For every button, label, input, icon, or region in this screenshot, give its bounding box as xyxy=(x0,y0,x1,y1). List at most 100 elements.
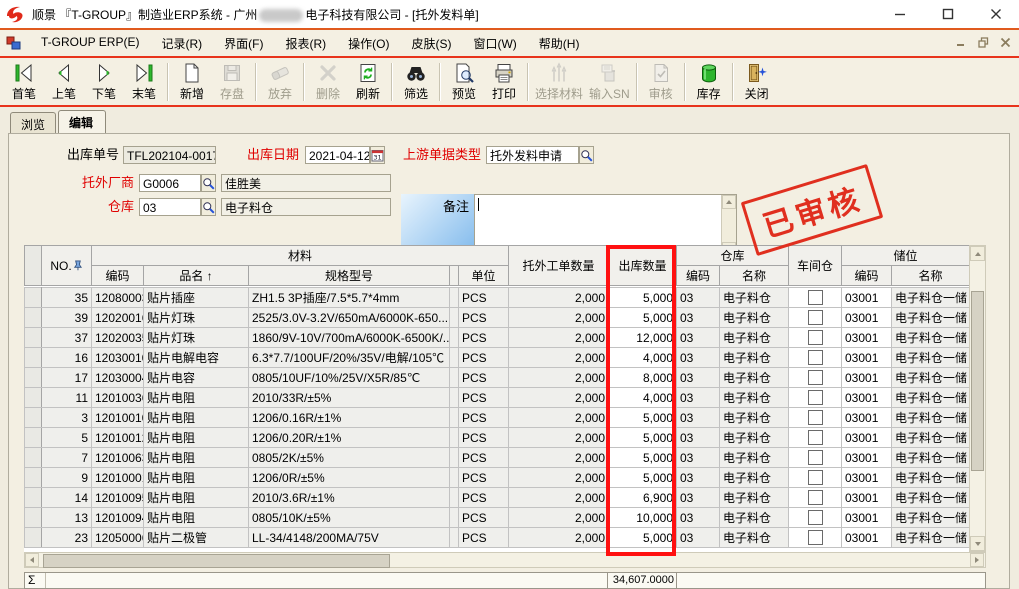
cell-wh-code[interactable]: 03 xyxy=(677,328,720,348)
col-header-narrow[interactable] xyxy=(450,266,459,286)
cell-wh-name[interactable]: 电子料仓 xyxy=(720,288,789,308)
cell-loc-name[interactable]: 电子料仓一储 xyxy=(892,488,970,508)
cell-wo-qty[interactable]: 2,000 xyxy=(509,368,609,388)
table-row[interactable]: 2312050006贴片二极管LL-34/4148/200MA/75VPCS2,… xyxy=(25,528,970,548)
maximize-button[interactable] xyxy=(935,3,961,25)
cell-loc-name[interactable]: 电子料仓一储 xyxy=(892,288,970,308)
mdi-minimize-button[interactable] xyxy=(954,35,969,50)
cell-no[interactable]: 23 xyxy=(42,528,92,548)
cell-loc-code[interactable]: 03001 xyxy=(842,428,892,448)
toolbar-button-binoculars[interactable]: 筛选 xyxy=(396,60,436,104)
cell-out-qty[interactable]: 8,000 xyxy=(609,368,677,388)
cell-spec[interactable]: 1206/0R/±5% xyxy=(249,468,450,488)
cell-loc-name[interactable]: 电子料仓一储 xyxy=(892,348,970,368)
cell-indicator[interactable] xyxy=(25,368,42,388)
cell-spec[interactable]: 2525/3.0V-3.2V/650mA/6000K-650... xyxy=(249,308,450,328)
cell-wo-qty[interactable]: 2,000 xyxy=(509,508,609,528)
cell-name[interactable]: 贴片电解电容 xyxy=(144,348,249,368)
cell-wo-qty[interactable]: 2,000 xyxy=(509,288,609,308)
cell-loc-code[interactable]: 03001 xyxy=(842,388,892,408)
cell-name[interactable]: 贴片插座 xyxy=(144,288,249,308)
table-row[interactable]: 1612030010贴片电解电容6.3*7.7/100UF/20%/35V/电解… xyxy=(25,348,970,368)
cell-no[interactable]: 37 xyxy=(42,328,92,348)
cell-code[interactable]: 12030010 xyxy=(92,348,144,368)
cell-out-qty[interactable]: 5,000 xyxy=(609,448,677,468)
cell-code[interactable]: 12050006 xyxy=(92,528,144,548)
menu-item[interactable]: T-GROUP ERP(E) xyxy=(30,32,150,55)
cell-code[interactable]: 12010012 xyxy=(92,428,144,448)
cell-no[interactable]: 35 xyxy=(42,288,92,308)
cell-out-qty[interactable]: 6,900 xyxy=(609,488,677,508)
col-header-wh-name[interactable]: 名称 xyxy=(720,266,789,286)
cell-spec[interactable]: 0805/10UF/10%/25V/X5R/85℃ xyxy=(249,368,450,388)
table-row[interactable]: 912010001贴片电阻1206/0R/±5%PCS2,0005,00003电… xyxy=(25,468,970,488)
cell-unit[interactable]: PCS xyxy=(459,348,509,368)
cell-loc-name[interactable]: 电子料仓一储 xyxy=(892,468,970,488)
cell-no[interactable]: 16 xyxy=(42,348,92,368)
cell-code[interactable]: 12010036 xyxy=(92,388,144,408)
tab-edit[interactable]: 编辑 xyxy=(58,110,106,133)
cell-loc-code[interactable]: 03001 xyxy=(842,308,892,328)
cell-no[interactable]: 39 xyxy=(42,308,92,328)
cell-indicator[interactable] xyxy=(25,468,42,488)
col-header-wo-qty[interactable]: 托外工单数量 xyxy=(509,246,609,286)
cell-indicator[interactable] xyxy=(25,528,42,548)
out-date-field[interactable]: 2021-04-12 xyxy=(305,146,370,164)
menu-item[interactable]: 界面(F) xyxy=(213,32,274,55)
menu-item[interactable]: 记录(R) xyxy=(150,32,213,55)
cell-narrow[interactable] xyxy=(450,388,459,408)
cell-loc-code[interactable]: 03001 xyxy=(842,508,892,528)
cell-narrow[interactable] xyxy=(450,288,459,308)
cell-workshop[interactable] xyxy=(789,528,842,548)
scroll-right-icon[interactable] xyxy=(970,553,984,567)
cell-narrow[interactable] xyxy=(450,488,459,508)
cell-loc-name[interactable]: 电子料仓一储 xyxy=(892,408,970,428)
cell-name[interactable]: 贴片电阻 xyxy=(144,408,249,428)
col-header-no[interactable]: NO. xyxy=(42,246,92,286)
cell-indicator[interactable] xyxy=(25,348,42,368)
workshop-checkbox[interactable] xyxy=(808,470,823,485)
toolbar-button-printer[interactable]: 打印 xyxy=(484,60,524,104)
cell-workshop[interactable] xyxy=(789,428,842,448)
cell-out-qty[interactable]: 5,000 xyxy=(609,528,677,548)
cell-out-qty[interactable]: 12,000 xyxy=(609,328,677,348)
upstream-lookup-button[interactable] xyxy=(579,146,594,164)
cell-name[interactable]: 贴片电阻 xyxy=(144,508,249,528)
cell-indicator[interactable] xyxy=(25,328,42,348)
table-row[interactable]: 3712020035贴片灯珠1860/9V-10V/700mA/6000K-65… xyxy=(25,328,970,348)
table-row[interactable]: 312010010贴片电阻1206/0.16R/±1%PCS2,0005,000… xyxy=(25,408,970,428)
table-row[interactable]: 3912020016贴片灯珠2525/3.0V-3.2V/650mA/6000K… xyxy=(25,308,970,328)
table-row[interactable]: 3512080003贴片插座ZH1.5 3P插座/7.5*5.7*4mmPCS2… xyxy=(25,288,970,308)
workshop-checkbox[interactable] xyxy=(808,390,823,405)
horizontal-scroll-thumb[interactable] xyxy=(43,554,390,568)
workshop-checkbox[interactable] xyxy=(808,310,823,325)
cell-narrow[interactable] xyxy=(450,428,459,448)
cell-wo-qty[interactable]: 2,000 xyxy=(509,388,609,408)
cell-wo-qty[interactable]: 2,000 xyxy=(509,468,609,488)
cell-no[interactable]: 5 xyxy=(42,428,92,448)
mdi-restore-button[interactable] xyxy=(976,35,991,50)
toolbar-button-first-record[interactable]: 首笔 xyxy=(4,60,44,104)
cell-no[interactable]: 13 xyxy=(42,508,92,528)
cell-workshop[interactable] xyxy=(789,348,842,368)
cell-workshop[interactable] xyxy=(789,368,842,388)
workshop-checkbox[interactable] xyxy=(808,450,823,465)
cell-spec[interactable]: 1206/0.20R/±1% xyxy=(249,428,450,448)
cell-wh-code[interactable]: 03 xyxy=(677,368,720,388)
cell-name[interactable]: 贴片电阻 xyxy=(144,448,249,468)
vertical-scroll-thumb[interactable] xyxy=(971,291,984,471)
table-row[interactable]: 1412010095贴片电阻2010/3.6R/±1%PCS2,0006,900… xyxy=(25,488,970,508)
cell-wo-qty[interactable]: 2,000 xyxy=(509,348,609,368)
cell-wo-qty[interactable]: 2,000 xyxy=(509,428,609,448)
mdi-close-button[interactable] xyxy=(998,35,1013,50)
cell-spec[interactable]: 1860/9V-10V/700mA/6000K-6500K/... xyxy=(249,328,450,348)
cell-unit[interactable]: PCS xyxy=(459,288,509,308)
cell-narrow[interactable] xyxy=(450,348,459,368)
cell-code[interactable]: 12020035 xyxy=(92,328,144,348)
cell-spec[interactable]: 2010/33R/±5% xyxy=(249,388,450,408)
cell-loc-name[interactable]: 电子料仓一储 xyxy=(892,328,970,348)
menu-item[interactable]: 帮助(H) xyxy=(528,32,591,55)
cell-no[interactable]: 3 xyxy=(42,408,92,428)
cell-wh-code[interactable]: 03 xyxy=(677,508,720,528)
menu-item[interactable]: 报表(R) xyxy=(274,32,337,55)
